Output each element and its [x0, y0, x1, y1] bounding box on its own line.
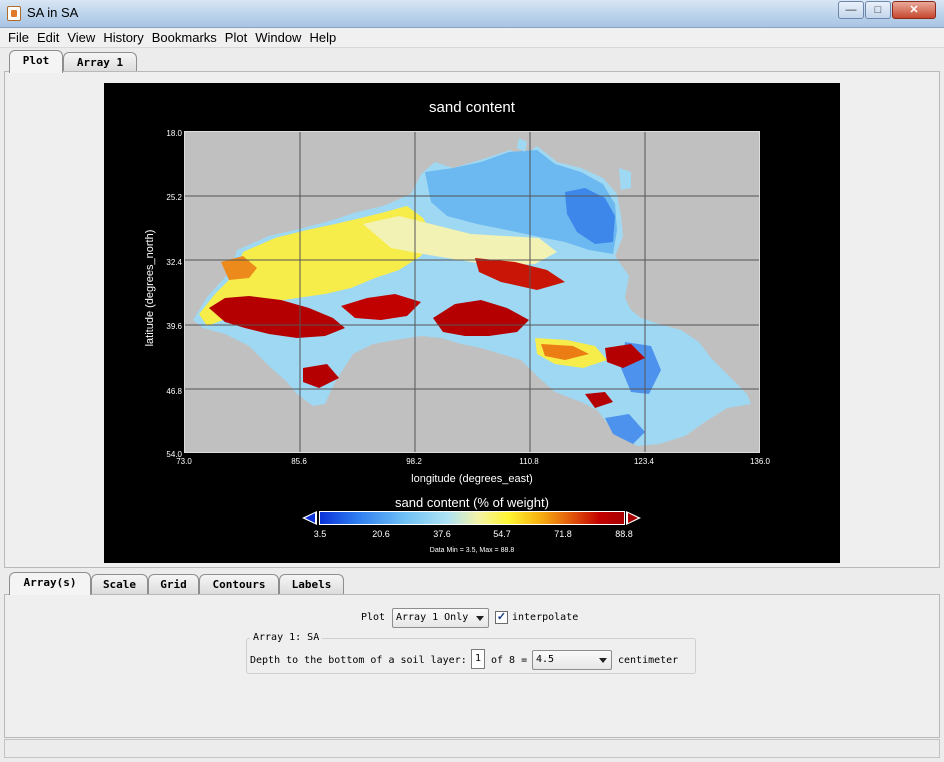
x-tick: 85.6: [291, 457, 307, 466]
tab-grid[interactable]: Grid: [148, 574, 199, 594]
y-tick: 18.0: [166, 129, 182, 138]
chevron-down-icon: [476, 616, 484, 621]
x-tick: 123.4: [633, 457, 655, 466]
tab-arrays[interactable]: Array(s): [9, 572, 91, 595]
chevron-down-icon: [599, 658, 607, 663]
menu-edit[interactable]: Edit: [32, 28, 62, 45]
plot-mode-label: Plot: [361, 612, 386, 623]
depth-value: 4.5: [536, 654, 555, 665]
interpolate-checkbox[interactable]: ✓: [495, 611, 508, 624]
x-tick: 136.0: [749, 457, 771, 466]
depth-of-label: of 8 =: [491, 655, 528, 666]
menu-bar: File Edit View History Bookmarks Plot Window He…: [0, 28, 944, 48]
plot-mode-select[interactable]: Array 1 Only: [392, 608, 489, 628]
menu-plot[interactable]: Plot: [220, 28, 250, 45]
island-patch-2: [517, 138, 527, 152]
x-axis-label: longitude (degrees_east): [411, 473, 533, 485]
tab-labels[interactable]: Labels: [279, 574, 344, 594]
menu-history[interactable]: History: [98, 28, 146, 45]
colorbar-tick: 88.8: [615, 529, 633, 539]
colorbar-tick: 3.5: [313, 529, 327, 539]
depth-value-select[interactable]: 4.5: [532, 650, 612, 670]
menu-help[interactable]: Help: [304, 28, 339, 45]
tab-scale[interactable]: Scale: [91, 574, 148, 594]
depth-unit-label: centimeter: [618, 655, 679, 666]
plot-title: sand content: [429, 99, 515, 116]
tab-contours[interactable]: Contours: [199, 574, 279, 594]
plot-mode-value: Array 1 Only: [396, 612, 469, 623]
colorbar-tick: 20.6: [372, 529, 390, 539]
status-bar: [4, 739, 940, 758]
colorbar-tick: 37.6: [433, 529, 451, 539]
menu-view[interactable]: View: [62, 28, 98, 45]
colorbar: [319, 511, 625, 525]
map-frame: [184, 131, 760, 453]
tab-plot[interactable]: Plot: [9, 50, 63, 73]
close-button[interactable]: ✕: [892, 1, 936, 19]
title-bar: SA in SA — □ ✕: [0, 0, 944, 28]
menu-file[interactable]: File: [0, 28, 32, 45]
maximize-button[interactable]: □: [865, 1, 891, 19]
menu-window[interactable]: Window: [250, 28, 304, 45]
island-patch: [619, 168, 631, 190]
x-tick: 98.2: [406, 457, 422, 466]
y-tick: 46.8: [166, 387, 182, 396]
colorbar-tick: 54.7: [493, 529, 511, 539]
bottom-tab-strip: Array(s) Scale Grid Contours Labels: [0, 572, 944, 595]
menu-bookmarks[interactable]: Bookmarks: [147, 28, 220, 45]
interpolate-label: interpolate: [512, 612, 579, 623]
tab-array-1[interactable]: Array 1: [63, 52, 137, 72]
group-title: Array 1: SA: [250, 632, 323, 643]
depth-label: Depth to the bottom of a soil layer:: [250, 655, 467, 666]
window-title: SA in SA: [27, 5, 79, 20]
colorbar-max-arrow: [626, 511, 641, 525]
colorbar-tick: 71.8: [554, 529, 572, 539]
colorbar-title: sand content (% of weight): [395, 495, 549, 510]
colorbar-min-arrow: [302, 511, 317, 525]
y-axis-label: latitude (degrees_north): [144, 229, 156, 347]
sand-content-map: [185, 132, 759, 452]
data-range-label: Data Min = 3.5, Max = 88.8: [429, 547, 515, 554]
x-tick: 73.0: [176, 457, 192, 466]
depth-index-field[interactable]: 1: [471, 649, 485, 669]
y-tick: 25.2: [166, 193, 182, 202]
plot-canvas[interactable]: sand content 18.0 25.2 32.4 39.6 46.8 54…: [104, 83, 840, 563]
x-tick: 110.8: [519, 457, 539, 466]
top-tab-strip: Plot Array 1: [0, 50, 944, 73]
minimize-button[interactable]: —: [838, 1, 864, 19]
java-app-icon: [7, 6, 21, 21]
